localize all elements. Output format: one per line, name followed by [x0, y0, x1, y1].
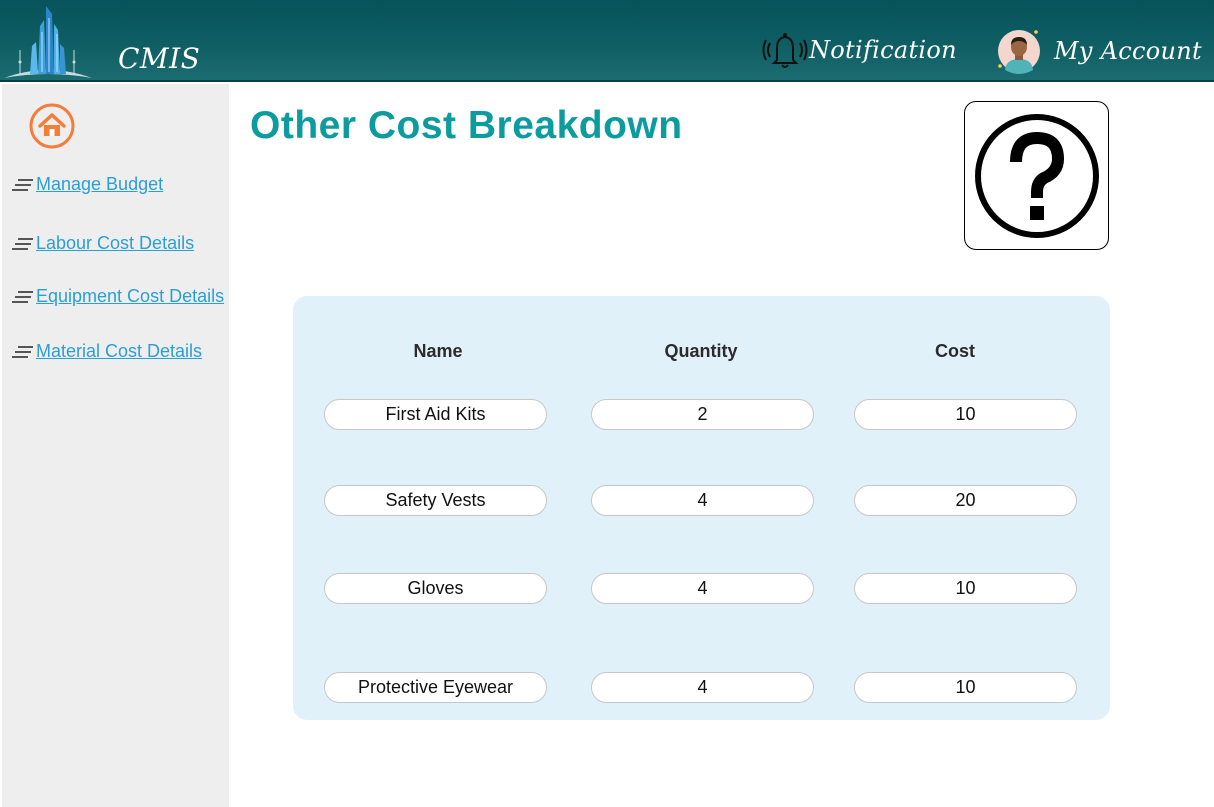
menu-lines-icon: [12, 345, 33, 358]
cost-field[interactable]: 10: [854, 672, 1077, 703]
sidebar-item-material-cost[interactable]: Material Cost Details: [12, 341, 202, 362]
column-header-name: Name: [413, 341, 463, 361]
cost-field[interactable]: 20: [854, 485, 1077, 516]
my-account-label: My Account: [1054, 37, 1202, 65]
sidebar-item-label[interactable]: Equipment Cost Details: [36, 286, 224, 307]
quantity-field[interactable]: 2: [591, 399, 814, 430]
page-title: Other Cost Breakdown: [250, 104, 683, 147]
quantity-field[interactable]: 4: [591, 485, 814, 516]
cost-breakdown-table: Name Quantity Cost First Aid Kits 2 10 S…: [293, 296, 1110, 720]
my-account-button[interactable]: My Account: [994, 26, 1202, 76]
menu-lines-icon: [12, 178, 33, 191]
notification-button[interactable]: Notification: [761, 30, 957, 70]
bell-icon: [762, 33, 808, 68]
name-field[interactable]: First Aid Kits: [324, 399, 547, 430]
sidebar-item-label[interactable]: Labour Cost Details: [36, 233, 194, 254]
notification-label: Notification: [809, 36, 957, 64]
name-field[interactable]: Safety Vests: [324, 485, 547, 516]
cost-field[interactable]: 10: [854, 573, 1077, 604]
column-header-quantity: Quantity: [664, 341, 738, 361]
menu-lines-icon: [12, 237, 33, 250]
sidebar: Manage Budget Labour Cost Details Equipm…: [2, 84, 229, 807]
app-header: CMIS Notification My Account: [0, 0, 1214, 82]
help-button[interactable]: [964, 101, 1109, 250]
column-header-cost: Cost: [935, 341, 975, 361]
brand-name: CMIS: [118, 42, 201, 75]
user-avatar-icon: [998, 30, 1040, 74]
sidebar-item-labour-cost[interactable]: Labour Cost Details: [12, 233, 194, 254]
quantity-field[interactable]: 4: [591, 573, 814, 604]
cost-field[interactable]: 10: [854, 399, 1077, 430]
question-mark-icon: [974, 113, 1099, 238]
sidebar-item-label[interactable]: Manage Budget: [36, 174, 163, 195]
sidebar-item-label[interactable]: Material Cost Details: [36, 341, 202, 362]
home-icon[interactable]: [29, 103, 75, 149]
name-field[interactable]: Protective Eyewear: [324, 672, 547, 703]
building-logo-icon: [4, 6, 92, 78]
menu-lines-icon: [12, 290, 33, 303]
sidebar-item-manage-budget[interactable]: Manage Budget: [12, 174, 163, 195]
name-field[interactable]: Gloves: [324, 573, 547, 604]
sidebar-item-equipment-cost[interactable]: Equipment Cost Details: [12, 286, 224, 307]
quantity-field[interactable]: 4: [591, 672, 814, 703]
